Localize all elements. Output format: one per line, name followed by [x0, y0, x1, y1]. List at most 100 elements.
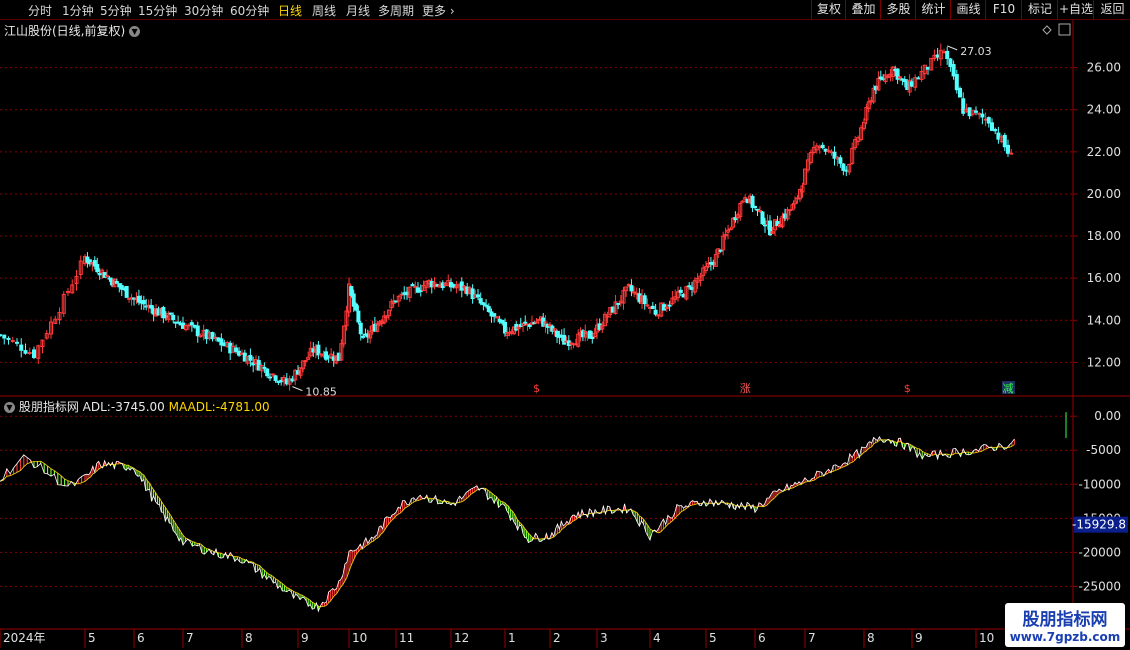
candle-body-214 [580, 330, 585, 338]
candle-body-327 [878, 76, 883, 80]
candle-body-142 [399, 293, 404, 296]
candle-body-355 [958, 88, 962, 98]
candle-body-199 [545, 323, 550, 328]
candle-body-322 [866, 101, 871, 110]
stock-title-text: 江山股份(日线,前复权) [4, 24, 126, 38]
toolbar-button-7[interactable]: +自选 [1057, 0, 1094, 19]
candle-body-316 [850, 147, 855, 164]
toolbar-button-0[interactable]: 复权 [811, 0, 846, 19]
timeframe-tab-10[interactable]: 更多 › [422, 2, 455, 19]
candle-body-153 [429, 281, 434, 288]
candle-body-277 [745, 198, 750, 204]
candle-body-110 [321, 353, 326, 357]
candle-body-20 [83, 256, 87, 265]
candle-body-47 [149, 305, 154, 309]
candle-body-80 [240, 352, 244, 355]
timeframe-tab-8[interactable]: 月线 [346, 2, 370, 19]
candle-body-244 [659, 302, 664, 317]
timeframe-tab-1[interactable]: 1分钟 [62, 2, 94, 19]
candle-body-159 [446, 280, 451, 287]
indicator-title[interactable]: ▼ 股朋指标网 ADL:-3745.00 MAADL:-4781.00 [4, 398, 270, 415]
candle-body-92 [273, 375, 278, 382]
ind-tick-label-5: -25000 [1078, 579, 1121, 593]
candle-body-19 [78, 260, 83, 275]
toolbar-button-5[interactable]: F10 [985, 0, 1022, 19]
candle-body-362 [980, 113, 985, 118]
candle-body-137 [386, 309, 391, 317]
indicator-name: 股朋指标网 [18, 400, 79, 414]
candle-body-130 [370, 325, 375, 331]
candle-body-307 [823, 148, 828, 152]
candle-body-172 [481, 302, 486, 306]
current-value-label: -15929.8 [1072, 518, 1126, 532]
main-tick-label-5: 16.00 [1087, 271, 1121, 285]
candle-body-143 [402, 292, 407, 295]
candle-body-95 [282, 377, 286, 382]
chart-canvas[interactable]: 26.0024.0022.0020.0018.0016.0014.0012.00… [0, 0, 1130, 650]
candle-body-299 [800, 185, 805, 193]
candle-body-265 [716, 248, 721, 254]
x-tick-label-11: 3 [600, 631, 608, 645]
candle-body-56 [171, 314, 176, 321]
candle-body-319 [859, 127, 864, 140]
main-tick-label-1: 24.00 [1087, 103, 1121, 117]
candle-body-117 [339, 343, 344, 361]
candle-body-35 [119, 285, 124, 290]
toolbar-button-1[interactable]: 叠加 [845, 0, 881, 19]
toolbar-button-6[interactable]: 标记 [1021, 0, 1058, 19]
candle-body-131 [372, 323, 377, 332]
candle-body-29 [105, 275, 110, 278]
candle-body-370 [1006, 144, 1010, 154]
candle-body-120 [347, 283, 351, 313]
toolbar-button-8[interactable]: 返回 [1093, 0, 1130, 19]
candle-body-23 [90, 262, 95, 265]
candle-body-321 [864, 106, 869, 121]
candle-body-52 [161, 306, 166, 319]
candle-body-5 [19, 344, 24, 351]
toolbar-button-4[interactable]: 画线 [950, 0, 986, 19]
candle-body-139 [391, 300, 396, 305]
timeframe-tab-2[interactable]: 5分钟 [100, 2, 132, 19]
event-marker-3: 减 [1003, 382, 1014, 395]
candle-body-144 [405, 291, 409, 296]
candle-body-364 [986, 117, 991, 124]
timeframe-tab-4[interactable]: 30分钟 [184, 2, 223, 19]
ind-tick-label-2: -10000 [1078, 477, 1121, 491]
candle-body-347 [932, 54, 937, 60]
candle-body-51 [158, 307, 163, 316]
x-tick-label-14: 6 [758, 631, 766, 645]
candle-body-115 [334, 355, 339, 364]
stock-title[interactable]: 江山股份(日线,前复权) ▼ [4, 22, 141, 39]
candle-body-190 [525, 323, 530, 326]
timeframe-tab-6[interactable]: 日线 [278, 2, 302, 19]
candle-body-217 [587, 330, 592, 339]
candle-body-101 [298, 367, 303, 376]
toolbar-button-3[interactable]: 统计 [915, 0, 951, 19]
x-tick-label-4: 8 [245, 631, 253, 645]
timeframe-tab-9[interactable]: 多周期 [378, 2, 414, 19]
candle-body-242 [653, 309, 658, 315]
candle-body-28 [102, 272, 107, 278]
chevron-down-icon[interactable]: ▼ [4, 402, 15, 413]
candle-body-311 [835, 156, 840, 160]
candle-body-118 [341, 325, 346, 345]
timeframe-tab-5[interactable]: 60分钟 [230, 2, 269, 19]
candle-body-9 [36, 345, 41, 359]
main-tick-label-0: 26.00 [1087, 61, 1121, 75]
timeframe-tab-0[interactable]: 分时 [28, 2, 52, 19]
candle-body-233 [629, 285, 634, 292]
timeframe-tab-7[interactable]: 周线 [312, 2, 336, 19]
candle-body-248 [670, 297, 675, 305]
candle-body-286 [768, 220, 772, 236]
toolbar-button-2[interactable]: 多股 [880, 0, 916, 19]
candle-body-17 [70, 284, 75, 294]
candle-body-253 [684, 286, 689, 300]
candle-body-273 [735, 214, 740, 219]
timeframe-tab-3[interactable]: 15分钟 [138, 2, 177, 19]
chevron-down-icon[interactable]: ▼ [129, 26, 141, 37]
candle-body-2 [6, 337, 11, 340]
candle-body-141 [396, 295, 401, 302]
candle-body-181 [505, 331, 510, 336]
candle-body-124 [356, 310, 361, 323]
candle-body-352 [948, 58, 953, 67]
